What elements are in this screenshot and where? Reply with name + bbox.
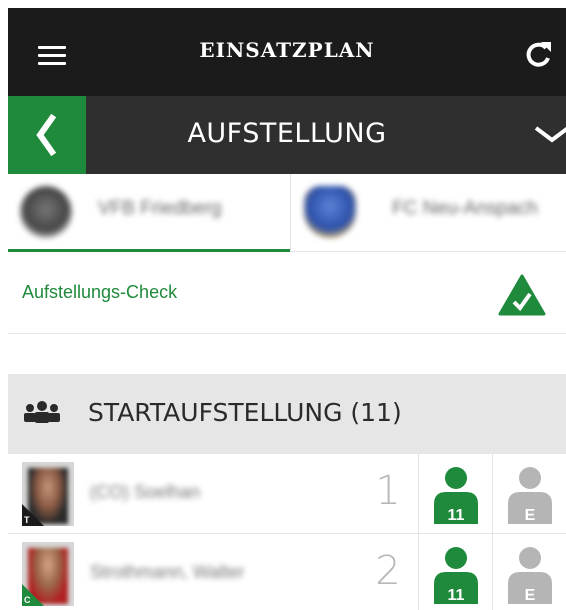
- away-team-name: FC Neu-Anspach: [392, 198, 538, 219]
- player-starter-icon: 11: [434, 467, 478, 524]
- home-team-name: VFB Friedberg: [98, 198, 222, 219]
- substitute-badge-text: E: [525, 587, 536, 604]
- player-role-letter: C: [24, 595, 31, 605]
- page-header: AUFSTELLUNG: [8, 96, 566, 174]
- player-row[interactable]: C Strothmann, Walter 2 11 E: [8, 534, 566, 610]
- app-title: EINSATZPLAN: [199, 38, 375, 62]
- player-name: (CO) Soelhan: [90, 482, 201, 502]
- check-warning-icon: [498, 274, 546, 316]
- substitute-badge-text: E: [525, 507, 536, 524]
- home-team-logo: [20, 186, 72, 238]
- substitute-toggle[interactable]: E: [492, 454, 566, 534]
- team-tabs: VFB Friedberg FC Neu-Anspach: [8, 174, 566, 252]
- player-avatar: T: [22, 462, 74, 526]
- tab-away-team[interactable]: FC Neu-Anspach: [292, 174, 566, 252]
- player-row[interactable]: T (CO) Soelhan 1 11 E: [8, 454, 566, 534]
- section-title: STARTAUFSTELLUNG (11): [88, 398, 402, 427]
- starter-toggle[interactable]: 11: [418, 454, 492, 534]
- section-header-starting-lineup: STARTAUFSTELLUNG (11): [8, 374, 566, 454]
- page-title: AUFSTELLUNG: [187, 118, 387, 149]
- player-starter-icon: 11: [434, 547, 478, 604]
- starter-badge-text: 11: [448, 587, 465, 604]
- tab-home-team[interactable]: VFB Friedberg: [8, 174, 291, 252]
- lineup-check-label: Aufstellungs-Check: [22, 282, 178, 302]
- player-substitute-icon: E: [508, 547, 552, 604]
- player-number: 2: [375, 548, 401, 594]
- player-avatar: C: [22, 542, 74, 606]
- refresh-icon[interactable]: [522, 38, 554, 70]
- substitute-toggle[interactable]: E: [492, 534, 566, 610]
- player-substitute-icon: E: [508, 467, 552, 524]
- chevron-down-icon[interactable]: [532, 118, 566, 152]
- player-name: Strothmann, Walter: [90, 562, 245, 582]
- starter-badge-text: 11: [448, 507, 465, 524]
- starter-toggle[interactable]: 11: [418, 534, 492, 610]
- top-app-bar: EINSATZPLAN: [8, 8, 566, 96]
- team-group-icon: [24, 401, 60, 423]
- player-number: 1: [375, 468, 401, 514]
- player-role-letter: T: [24, 515, 30, 525]
- away-team-logo: [304, 186, 356, 238]
- lineup-check-row[interactable]: Aufstellungs-Check: [8, 252, 566, 334]
